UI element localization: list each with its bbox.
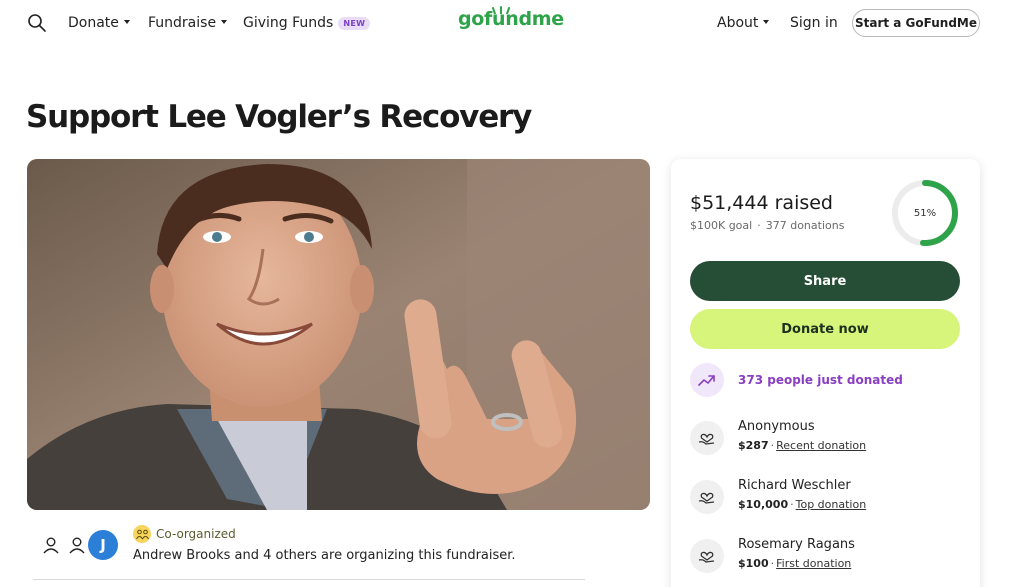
page-title: Support Lee Vogler’s Recovery <box>26 99 532 135</box>
chevron-down-icon <box>763 20 770 24</box>
donation-tag-link[interactable]: Recent donation <box>776 439 866 452</box>
sign-in-label: Sign in <box>790 15 838 31</box>
nav-about-label: About <box>717 15 759 31</box>
nav-fundraise[interactable]: Fundraise <box>148 15 228 31</box>
nav-donate-label: Donate <box>68 15 119 31</box>
donation-amount: $287 <box>738 439 769 452</box>
donation-separator: · <box>770 557 775 570</box>
organizers-text: Andrew Brooks and 4 others are organizin… <box>133 548 516 563</box>
chevron-down-icon <box>123 20 130 24</box>
nav-donate[interactable]: Donate <box>68 15 130 31</box>
donate-now-button[interactable]: Donate now <box>690 309 960 349</box>
heart-hand-icon <box>690 480 724 514</box>
avatar: J <box>88 530 118 560</box>
nav-about[interactable]: About <box>717 15 770 31</box>
donation-item: Rosemary Ragans $100 · First donation <box>690 537 960 577</box>
start-gofundme-button[interactable]: Start a GoFundMe <box>852 9 980 37</box>
goal-separator: · <box>757 219 761 232</box>
donation-tag-link[interactable]: First donation <box>776 557 851 570</box>
new-badge: NEW <box>338 16 371 30</box>
donation-meta: $10,000 · Top donation <box>738 498 866 511</box>
co-organizers-icon <box>133 525 151 543</box>
donor-name: Richard Weschler <box>738 478 851 493</box>
nav-giving-funds[interactable]: Giving Funds NEW <box>243 15 371 31</box>
heart-hand-icon <box>690 421 724 455</box>
donation-item: Anonymous $287 · Recent donation <box>690 419 960 459</box>
fundraiser-photo[interactable] <box>27 159 650 510</box>
donations-count: 377 donations <box>765 219 845 232</box>
chevron-down-icon <box>221 20 228 24</box>
divider <box>33 579 585 580</box>
goal-line: $100K goal · 377 donations <box>690 219 844 232</box>
donor-name: Anonymous <box>738 419 815 434</box>
heart-hand-icon <box>690 539 724 573</box>
donation-amount: $100 <box>738 557 769 570</box>
sign-in-link[interactable]: Sign in <box>790 15 838 31</box>
donation-meta: $100 · First donation <box>738 557 851 570</box>
donation-separator: · <box>790 498 794 511</box>
nav-fundraise-label: Fundraise <box>148 15 217 31</box>
donor-name: Rosemary Ragans <box>738 537 855 552</box>
organizer-avatars[interactable]: J <box>36 530 122 560</box>
donation-tag-link[interactable]: Top donation <box>796 498 867 511</box>
goal-amount: $100K goal <box>690 219 753 232</box>
share-button[interactable]: Share <box>690 261 960 301</box>
donation-separator: · <box>770 439 775 452</box>
search-icon[interactable] <box>27 13 47 33</box>
nav-giving-funds-label: Giving Funds <box>243 15 334 31</box>
donation-card: $51,444 raised $100K goal · 377 donations … <box>671 159 980 587</box>
donation-meta: $287 · Recent donation <box>738 439 866 452</box>
donation-amount: $10,000 <box>738 498 789 511</box>
trending-up-icon <box>690 363 724 397</box>
amount-raised: $51,444 raised <box>690 192 833 214</box>
progress-percent: 51% <box>913 207 937 219</box>
fundraiser-photo-illustration <box>27 159 650 510</box>
co-organized-label: Co-organized <box>156 527 236 541</box>
recent-donors-text: 373 people just donated <box>738 373 903 387</box>
gofundme-logo[interactable]: gofundme <box>458 8 564 30</box>
site-header: Donate Fundraise Giving Funds NEW gofund… <box>0 0 1024 46</box>
donation-item: Richard Weschler $10,000 · Top donation <box>690 478 960 518</box>
